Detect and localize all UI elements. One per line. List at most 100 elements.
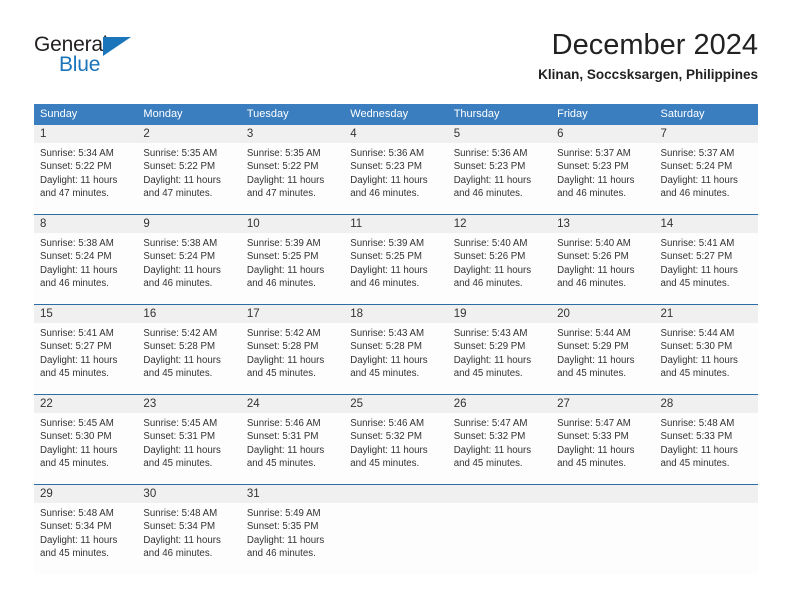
day-number[interactable]: 7 <box>655 125 758 143</box>
day-number[interactable]: 3 <box>241 125 344 143</box>
day-cell[interactable]: Sunrise: 5:40 AM Sunset: 5:26 PM Daylight:… <box>551 233 654 304</box>
daylight-text: Daylight: 11 hours and 46 minutes. <box>40 264 118 289</box>
week-detail-band: Sunrise: 5:34 AM Sunset: 5:22 PM Daylight:… <box>34 143 758 214</box>
day-cell[interactable]: Sunrise: 5:34 AM Sunset: 5:22 PM Daylight:… <box>34 143 137 214</box>
day-number[interactable]: 8 <box>34 215 137 233</box>
daylight-text: Daylight: 11 hours and 45 minutes. <box>557 354 635 379</box>
day-cell[interactable]: Sunrise: 5:48 AM Sunset: 5:34 PM Daylight:… <box>34 503 137 574</box>
day-number[interactable]: 29 <box>34 485 137 503</box>
sunrise-text: Sunrise: 5:41 AM <box>660 238 735 249</box>
logo-triangle-icon <box>103 37 131 56</box>
daylight-text: Daylight: 11 hours and 45 minutes. <box>453 354 532 379</box>
daylight-text: Daylight: 11 hours and 46 minutes. <box>350 264 428 289</box>
day-cell[interactable]: Sunrise: 5:36 AM Sunset: 5:23 PM Daylight:… <box>344 143 447 214</box>
daylight-text: Daylight: 11 hours and 46 minutes. <box>143 534 221 559</box>
sunset-text: Sunset: 5:32 PM <box>453 431 526 443</box>
day-number[interactable]: 26 <box>448 395 551 413</box>
page-title: December 2024 <box>551 29 758 61</box>
day-cell[interactable]: Sunrise: 5:38 AM Sunset: 5:24 PM Daylight:… <box>34 233 137 304</box>
day-number[interactable]: 12 <box>448 215 551 233</box>
sunset-text: Sunset: 5:25 PM <box>246 251 319 263</box>
day-cell[interactable]: Sunrise: 5:35 AM Sunset: 5:22 PM Daylight:… <box>241 143 344 214</box>
sunset-text: Sunset: 5:23 PM <box>453 161 526 173</box>
day-cell[interactable]: Sunrise: 5:47 AM Sunset: 5:33 PM Daylight:… <box>551 413 654 484</box>
day-cell[interactable]: Sunrise: 5:37 AM Sunset: 5:23 PM Daylight:… <box>551 143 654 214</box>
day-number[interactable]: 21 <box>655 305 758 323</box>
day-cell[interactable]: Sunrise: 5:36 AM Sunset: 5:23 PM Daylight:… <box>448 143 551 214</box>
calendar-week-row: 22 23 24 25 26 27 28 Sunrise: 5:45 AM Sunset: 5:… <box>34 394 758 484</box>
day-number[interactable]: 1 <box>34 125 137 143</box>
daylight-text: Daylight: 11 hours and 45 minutes. <box>40 444 118 469</box>
sunrise-text: Sunrise: 5:37 AM <box>557 148 631 159</box>
sunset-text: Sunset: 5:23 PM <box>557 161 629 173</box>
day-cell[interactable]: Sunrise: 5:38 AM Sunset: 5:24 PM Daylight:… <box>137 233 240 304</box>
day-number[interactable]: 16 <box>137 305 240 323</box>
weekday-header-monday: Monday <box>143 108 183 120</box>
day-number[interactable]: 17 <box>241 305 344 323</box>
sunset-text: Sunset: 5:24 PM <box>143 251 216 263</box>
day-cell[interactable]: Sunrise: 5:39 AM Sunset: 5:25 PM Daylight:… <box>344 233 447 304</box>
day-number[interactable]: 31 <box>241 485 344 503</box>
sunset-text: Sunset: 5:35 PM <box>246 521 319 533</box>
day-number[interactable]: 9 <box>137 215 240 233</box>
sunset-text: Sunset: 5:22 PM <box>143 161 216 173</box>
day-cell[interactable]: Sunrise: 5:45 AM Sunset: 5:31 PM Daylight:… <box>137 413 240 484</box>
day-cell[interactable]: Sunrise: 5:41 AM Sunset: 5:27 PM Daylight:… <box>655 233 758 304</box>
daylight-text: Daylight: 11 hours and 46 minutes. <box>246 534 325 559</box>
day-cell[interactable]: Sunrise: 5:43 AM Sunset: 5:29 PM Daylight:… <box>448 323 551 394</box>
day-cell[interactable]: Sunrise: 5:45 AM Sunset: 5:30 PM Daylight:… <box>34 413 137 484</box>
sunrise-text: Sunrise: 5:38 AM <box>143 238 218 249</box>
day-number[interactable]: 23 <box>137 395 240 413</box>
day-number[interactable]: 22 <box>34 395 137 413</box>
day-cell[interactable]: Sunrise: 5:41 AM Sunset: 5:27 PM Daylight:… <box>34 323 137 394</box>
day-number[interactable]: 25 <box>344 395 447 413</box>
day-cell[interactable]: Sunrise: 5:49 AM Sunset: 5:35 PM Daylight:… <box>241 503 344 574</box>
day-cell[interactable]: Sunrise: 5:35 AM Sunset: 5:22 PM Daylight:… <box>137 143 240 214</box>
calendar-week-row: 1 2 3 4 5 6 7 Sunrise: 5:34 AM Sunset: 5:22 PM Da… <box>34 125 758 214</box>
day-cell[interactable]: Sunrise: 5:37 AM Sunset: 5:24 PM Daylight:… <box>655 143 758 214</box>
day-cell[interactable]: Sunrise: 5:48 AM Sunset: 5:34 PM Daylight:… <box>137 503 240 574</box>
day-cell <box>655 503 758 574</box>
day-cell[interactable]: Sunrise: 5:40 AM Sunset: 5:26 PM Daylight:… <box>448 233 551 304</box>
day-number[interactable]: 15 <box>34 305 137 323</box>
general-blue-logo: General Blue <box>34 33 204 81</box>
daylight-text: Daylight: 11 hours and 46 minutes. <box>143 264 221 289</box>
day-number[interactable]: 10 <box>241 215 344 233</box>
day-cell[interactable]: Sunrise: 5:39 AM Sunset: 5:25 PM Daylight:… <box>241 233 344 304</box>
sunrise-text: Sunrise: 5:42 AM <box>246 328 321 339</box>
week-detail-band: Sunrise: 5:38 AM Sunset: 5:24 PM Daylight:… <box>34 233 758 304</box>
day-cell[interactable]: Sunrise: 5:44 AM Sunset: 5:29 PM Daylight:… <box>551 323 654 394</box>
day-number[interactable]: 30 <box>137 485 240 503</box>
day-cell[interactable]: Sunrise: 5:43 AM Sunset: 5:28 PM Daylight:… <box>344 323 447 394</box>
day-cell[interactable]: Sunrise: 5:42 AM Sunset: 5:28 PM Daylight:… <box>137 323 240 394</box>
page-header: General Blue December 2024 Klinan, Soccs… <box>0 0 792 100</box>
day-cell[interactable]: Sunrise: 5:48 AM Sunset: 5:33 PM Daylight:… <box>655 413 758 484</box>
day-number[interactable]: 28 <box>655 395 758 413</box>
daylight-text: Daylight: 11 hours and 47 minutes. <box>40 174 118 199</box>
day-number[interactable]: 11 <box>344 215 447 233</box>
day-cell[interactable]: Sunrise: 5:47 AM Sunset: 5:32 PM Daylight:… <box>448 413 551 484</box>
week-detail-band: Sunrise: 5:48 AM Sunset: 5:34 PM Daylight:… <box>34 503 758 574</box>
day-cell[interactable]: Sunrise: 5:44 AM Sunset: 5:30 PM Daylight:… <box>655 323 758 394</box>
day-number[interactable]: 5 <box>448 125 551 143</box>
day-number[interactable]: 4 <box>344 125 447 143</box>
day-cell[interactable]: Sunrise: 5:46 AM Sunset: 5:32 PM Daylight:… <box>344 413 447 484</box>
daylight-text: Daylight: 11 hours and 47 minutes. <box>246 174 325 199</box>
day-number[interactable]: 2 <box>137 125 240 143</box>
weekday-header-wednesday: Wednesday <box>350 108 409 120</box>
day-number[interactable]: 19 <box>448 305 551 323</box>
day-number[interactable]: 14 <box>655 215 758 233</box>
day-number[interactable]: 27 <box>551 395 654 413</box>
day-cell[interactable]: Sunrise: 5:46 AM Sunset: 5:31 PM Daylight:… <box>241 413 344 484</box>
day-number[interactable]: 13 <box>551 215 654 233</box>
day-number[interactable]: 24 <box>241 395 344 413</box>
sunset-text: Sunset: 5:24 PM <box>40 251 112 263</box>
day-number[interactable]: 6 <box>551 125 654 143</box>
sunrise-text: Sunrise: 5:49 AM <box>246 508 321 519</box>
sunrise-text: Sunrise: 5:40 AM <box>453 238 528 249</box>
sunset-text: Sunset: 5:32 PM <box>350 431 422 443</box>
day-number[interactable]: 18 <box>344 305 447 323</box>
day-number[interactable]: 20 <box>551 305 654 323</box>
daylight-text: Daylight: 11 hours and 45 minutes. <box>453 444 532 469</box>
day-cell[interactable]: Sunrise: 5:42 AM Sunset: 5:28 PM Daylight:… <box>241 323 344 394</box>
